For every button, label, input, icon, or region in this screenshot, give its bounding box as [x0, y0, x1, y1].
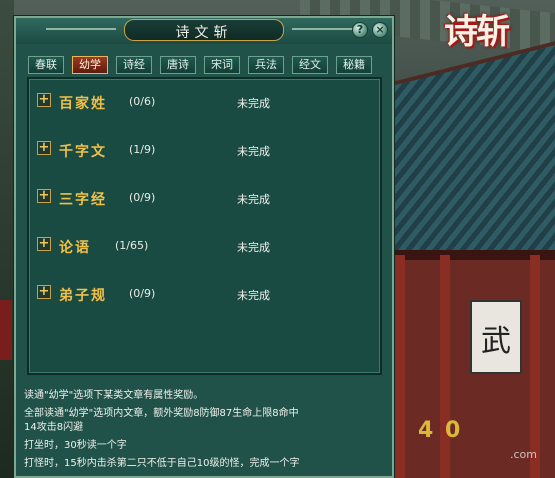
info-line: 14攻击8闪避 [24, 422, 84, 433]
poetry-dialog: 诗文斩 ? × 春联 幼学 诗经 唐诗 宋词 兵法 经文 秘籍 + 百家姓 (0… [14, 16, 394, 478]
chapter-progress: (1/9) [129, 143, 156, 156]
chapter-name: 弟子规 [59, 288, 107, 304]
chapter-progress: (0/9) [129, 191, 156, 204]
tab-miji[interactable]: 秘籍 [336, 56, 372, 74]
info-line: 打坐时，30秒读一个字 [24, 440, 127, 451]
tab-youxue[interactable]: 幼学 [72, 56, 108, 74]
expand-icon[interactable]: + [37, 141, 51, 155]
tab-shijing[interactable]: 诗经 [116, 56, 152, 74]
watermark-domain: .com [510, 448, 537, 461]
chapter-status: 未完成 [237, 97, 270, 110]
hanging-banner: 武 [470, 300, 522, 374]
expand-icon[interactable]: + [37, 237, 51, 251]
expand-icon[interactable]: + [37, 189, 51, 203]
left-scene-edge [0, 0, 14, 478]
title-ornament-left [46, 28, 116, 30]
temple-pillar [530, 255, 540, 478]
dialog-titlebar[interactable]: 诗文斩 ? × [16, 18, 392, 44]
chapter-status: 未完成 [237, 145, 270, 158]
expand-icon[interactable]: + [37, 285, 51, 299]
game-logo: 诗斩 [444, 12, 510, 52]
close-button[interactable]: × [372, 22, 388, 38]
left-red-figure [0, 300, 12, 360]
temple-pillar [395, 255, 405, 478]
chapter-progress: (1/65) [115, 239, 149, 252]
tab-songci[interactable]: 宋词 [204, 56, 240, 74]
info-line: 读通"幼学"选项下某类文章有属性奖励。 [24, 390, 204, 401]
chapter-status: 未完成 [237, 289, 270, 302]
title-plate: 诗文斩 [124, 19, 284, 41]
list-item[interactable]: + 百家姓 (0/6) 未完成 [37, 93, 367, 113]
help-button[interactable]: ? [352, 22, 368, 38]
chapter-name: 千字文 [59, 144, 107, 160]
tab-tangshi[interactable]: 唐诗 [160, 56, 196, 74]
chapter-status: 未完成 [237, 241, 270, 254]
chapter-list-panel: + 百家姓 (0/6) 未完成 + 千字文 (1/9) 未完成 + 三字经 (0… [27, 77, 382, 375]
temple-pillar [440, 255, 450, 478]
info-line: 全部读通"幼学"选项内文章，额外奖励8防御87生命上限8命中 [24, 408, 299, 419]
chapter-progress: (0/9) [129, 287, 156, 300]
tab-chunlian[interactable]: 春联 [28, 56, 64, 74]
chapter-progress: (0/6) [129, 95, 156, 108]
tab-bingfa[interactable]: 兵法 [248, 56, 284, 74]
chapter-name: 三字经 [59, 192, 107, 208]
chapter-status: 未完成 [237, 193, 270, 206]
chapter-name: 百家姓 [59, 96, 107, 112]
dialog-title: 诗文斩 [175, 25, 233, 41]
list-item[interactable]: + 千字文 (1/9) 未完成 [37, 141, 367, 161]
category-tabs: 春联 幼学 诗经 唐诗 宋词 兵法 经文 秘籍 [28, 56, 382, 76]
watermark-logo: 4 0 [418, 418, 463, 443]
info-line: 打怪时，15秒内击杀第二只不低于自己10级的怪，完成一个字 [24, 458, 300, 469]
chapter-name: 论语 [59, 240, 91, 256]
expand-icon[interactable]: + [37, 93, 51, 107]
list-item[interactable]: + 弟子规 (0/9) 未完成 [37, 285, 367, 305]
list-item[interactable]: + 三字经 (0/9) 未完成 [37, 189, 367, 209]
tab-jingwen[interactable]: 经文 [292, 56, 328, 74]
banner-character: 武 [481, 324, 511, 359]
list-item[interactable]: + 论语 (1/65) 未完成 [37, 237, 367, 257]
